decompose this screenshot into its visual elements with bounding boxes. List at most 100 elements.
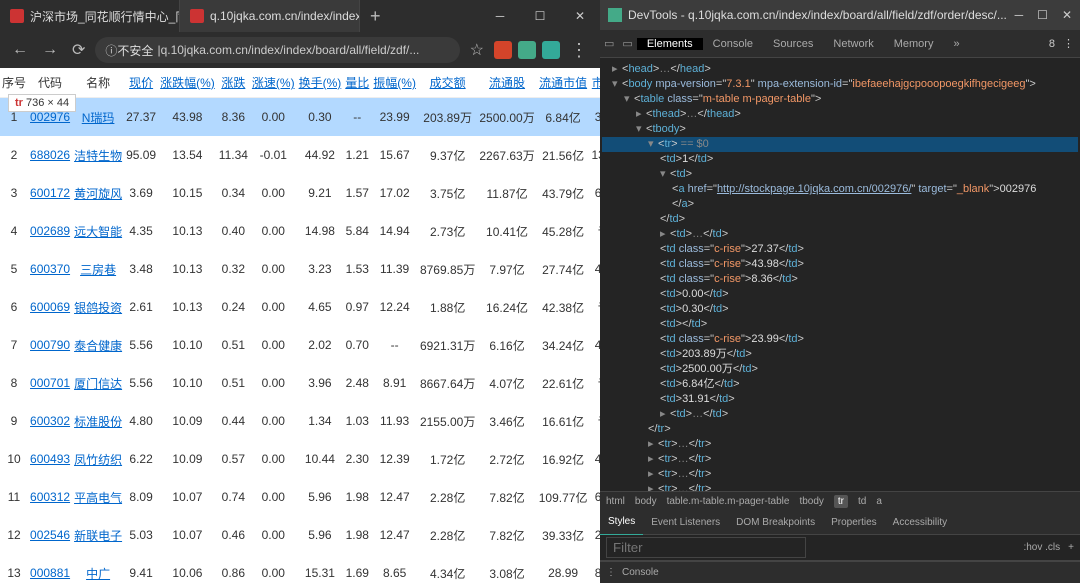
tree-node[interactable]: <td>0.30</td> xyxy=(602,302,1078,317)
cell[interactable]: 中广 xyxy=(72,554,124,583)
error-count-badge[interactable]: 8 xyxy=(1049,38,1055,50)
tree-node[interactable]: <td>1</td> xyxy=(602,152,1078,167)
tree-node[interactable]: <td>203.89万</td> xyxy=(602,347,1078,362)
cell[interactable]: 黄河旋风 xyxy=(72,174,124,212)
col-header[interactable]: 市盈率 xyxy=(589,68,600,98)
cell[interactable]: 三房巷 xyxy=(72,250,124,288)
tree-node[interactable]: <td>2500.00万</td> xyxy=(602,362,1078,377)
minimize-button[interactable]: ─ xyxy=(480,0,520,32)
table-row[interactable]: 4002689远大智能4.3510.130.400.0014.985.8414.… xyxy=(0,212,600,250)
devtools-tab-sources[interactable]: Sources xyxy=(763,38,823,50)
close-button[interactable]: ✕ xyxy=(1062,8,1072,22)
browser-tab-0[interactable]: 沪深市场_同花顺行情中心_同花... × xyxy=(0,0,180,32)
tree-node[interactable]: ▸<tr>…</tr> xyxy=(602,482,1078,491)
styles-tab[interactable]: Accessibility xyxy=(885,511,955,535)
tree-node[interactable]: <td class="c-rise">23.99</td> xyxy=(602,332,1078,347)
tree-node[interactable]: <td></td> xyxy=(602,317,1078,332)
cell[interactable]: 600302 xyxy=(28,402,72,440)
col-header[interactable]: 名称 xyxy=(72,68,124,98)
cell[interactable]: 银鸽投资 xyxy=(72,288,124,326)
table-row[interactable]: 2688026洁特生物95.0913.5411.34-0.0144.921.21… xyxy=(0,136,600,174)
col-header[interactable]: 流通股 xyxy=(477,68,536,98)
breadcrumb-item[interactable]: tbody xyxy=(799,496,823,507)
cell[interactable]: 600370 xyxy=(28,250,72,288)
devtools-tab-console[interactable]: Console xyxy=(703,38,763,50)
extension-icon[interactable] xyxy=(518,41,536,59)
cell[interactable]: 标准股份 xyxy=(72,402,124,440)
styles-tab[interactable]: Styles xyxy=(600,510,643,536)
cell[interactable]: N瑞玛 xyxy=(72,98,124,137)
cell[interactable]: 600493 xyxy=(28,440,72,478)
device-icon[interactable]: ▭ xyxy=(618,37,636,50)
tree-node[interactable]: <td>0.00</td> xyxy=(602,287,1078,302)
breadcrumb-item[interactable]: body xyxy=(635,496,657,507)
table-row[interactable]: 12002546新联电子5.0310.070.460.005.961.9812.… xyxy=(0,516,600,554)
table-row[interactable]: 7000790泰合健康5.5610.100.510.002.020.70--69… xyxy=(0,326,600,364)
col-header[interactable]: 换手(%) xyxy=(297,68,344,98)
hov-toggle[interactable]: :hov .cls xyxy=(1023,542,1060,553)
col-header[interactable]: 流通市值 xyxy=(537,68,590,98)
table-row[interactable]: 11600312平高电气8.0910.070.740.005.961.9812.… xyxy=(0,478,600,516)
col-header[interactable]: 涨速(%) xyxy=(250,68,297,98)
tree-node[interactable]: <td>31.91</td> xyxy=(602,392,1078,407)
cell[interactable]: 000881 xyxy=(28,554,72,583)
tree-node[interactable]: <td class="c-rise">8.36</td> xyxy=(602,272,1078,287)
elements-tree[interactable]: ▸<head>…</head>▾<body mpa-version="7.3.1… xyxy=(600,58,1080,491)
more-tabs-icon[interactable]: » xyxy=(943,30,969,58)
forward-button[interactable]: → xyxy=(38,37,62,63)
tree-node[interactable]: </td> xyxy=(602,212,1078,227)
cell[interactable]: 凤竹纺织 xyxy=(72,440,124,478)
cell[interactable]: 泰合健康 xyxy=(72,326,124,364)
cell[interactable]: 002689 xyxy=(28,212,72,250)
tree-node[interactable]: ▸<thead>…</thead> xyxy=(602,107,1078,122)
tree-node[interactable]: <td class="c-rise">43.98</td> xyxy=(602,257,1078,272)
tree-node[interactable]: <a href="http://stockpage.10jqka.com.cn/… xyxy=(602,182,1078,197)
devtools-tab-memory[interactable]: Memory xyxy=(884,38,944,50)
table-row[interactable]: 3600172黄河旋风3.6910.150.340.009.211.5717.0… xyxy=(0,174,600,212)
console-toggle-icon[interactable]: ⋮ xyxy=(606,567,616,578)
col-header[interactable]: 振幅(%) xyxy=(371,68,418,98)
tree-node[interactable]: </tr> xyxy=(602,422,1078,437)
new-tab-button[interactable]: + xyxy=(360,0,391,32)
col-header[interactable]: 现价 xyxy=(124,68,158,98)
cell[interactable]: 平高电气 xyxy=(72,478,124,516)
cell[interactable]: 远大智能 xyxy=(72,212,124,250)
breadcrumb-item[interactable]: html xyxy=(606,496,625,507)
breadcrumb-item[interactable]: table.m-table.m-pager-table xyxy=(667,496,790,507)
tree-node[interactable]: ▾<body mpa-version="7.3.1" mpa-extension… xyxy=(602,77,1078,92)
devtools-tab-network[interactable]: Network xyxy=(823,38,883,50)
tree-node[interactable]: </a> xyxy=(602,197,1078,212)
table-row[interactable]: 5600370三房巷3.4810.130.320.003.231.5311.39… xyxy=(0,250,600,288)
tree-node[interactable]: <td>6.84亿</td> xyxy=(602,377,1078,392)
tree-node[interactable]: ▾<td> xyxy=(602,167,1078,182)
back-button[interactable]: ← xyxy=(8,37,32,63)
star-icon[interactable]: ☆ xyxy=(466,36,488,64)
cell[interactable]: 洁特生物 xyxy=(72,136,124,174)
cell[interactable]: 600312 xyxy=(28,478,72,516)
extension-icon[interactable] xyxy=(494,41,512,59)
add-rule-icon[interactable]: + xyxy=(1068,542,1074,553)
tree-node[interactable]: ▸<td>…</td> xyxy=(602,407,1078,422)
tree-node[interactable]: ▸<tr>…</tr> xyxy=(602,452,1078,467)
table-row[interactable]: 8000701厦门信达5.5610.100.510.003.962.488.91… xyxy=(0,364,600,402)
devtools-tab-elements[interactable]: Elements xyxy=(637,38,703,50)
url-input[interactable]: ⓘ 不安全 | q.10jqka.com.cn/index/index/boar… xyxy=(95,37,459,63)
tree-node[interactable]: ▸<td>…</td> xyxy=(602,227,1078,242)
tree-node[interactable]: ▾<table class="m-table m-pager-table"> xyxy=(602,92,1078,107)
tree-node[interactable]: <td class="c-rise">27.37</td> xyxy=(602,242,1078,257)
styles-tab[interactable]: Properties xyxy=(823,511,885,535)
col-header[interactable]: 涨跌 xyxy=(217,68,250,98)
menu-icon[interactable]: ⋮ xyxy=(566,36,592,65)
extension-icon[interactable] xyxy=(542,41,560,59)
cell[interactable]: 新联电子 xyxy=(72,516,124,554)
tree-node[interactable]: ▸<tr>…</tr> xyxy=(602,437,1078,452)
table-row[interactable]: 13000881中广9.4110.060.860.0015.311.698.65… xyxy=(0,554,600,583)
col-header[interactable]: 涨跌幅(%) xyxy=(158,68,217,98)
tree-node[interactable]: ▸<tr>…</tr> xyxy=(602,467,1078,482)
styles-tab[interactable]: DOM Breakpoints xyxy=(728,511,823,535)
cell[interactable]: 000701 xyxy=(28,364,72,402)
maximize-button[interactable]: ☐ xyxy=(1037,8,1048,22)
table-row[interactable]: 9600302标准股份4.8010.090.440.001.341.0311.9… xyxy=(0,402,600,440)
cell[interactable]: 600172 xyxy=(28,174,72,212)
tree-node[interactable]: ▸<head>…</head> xyxy=(602,62,1078,77)
